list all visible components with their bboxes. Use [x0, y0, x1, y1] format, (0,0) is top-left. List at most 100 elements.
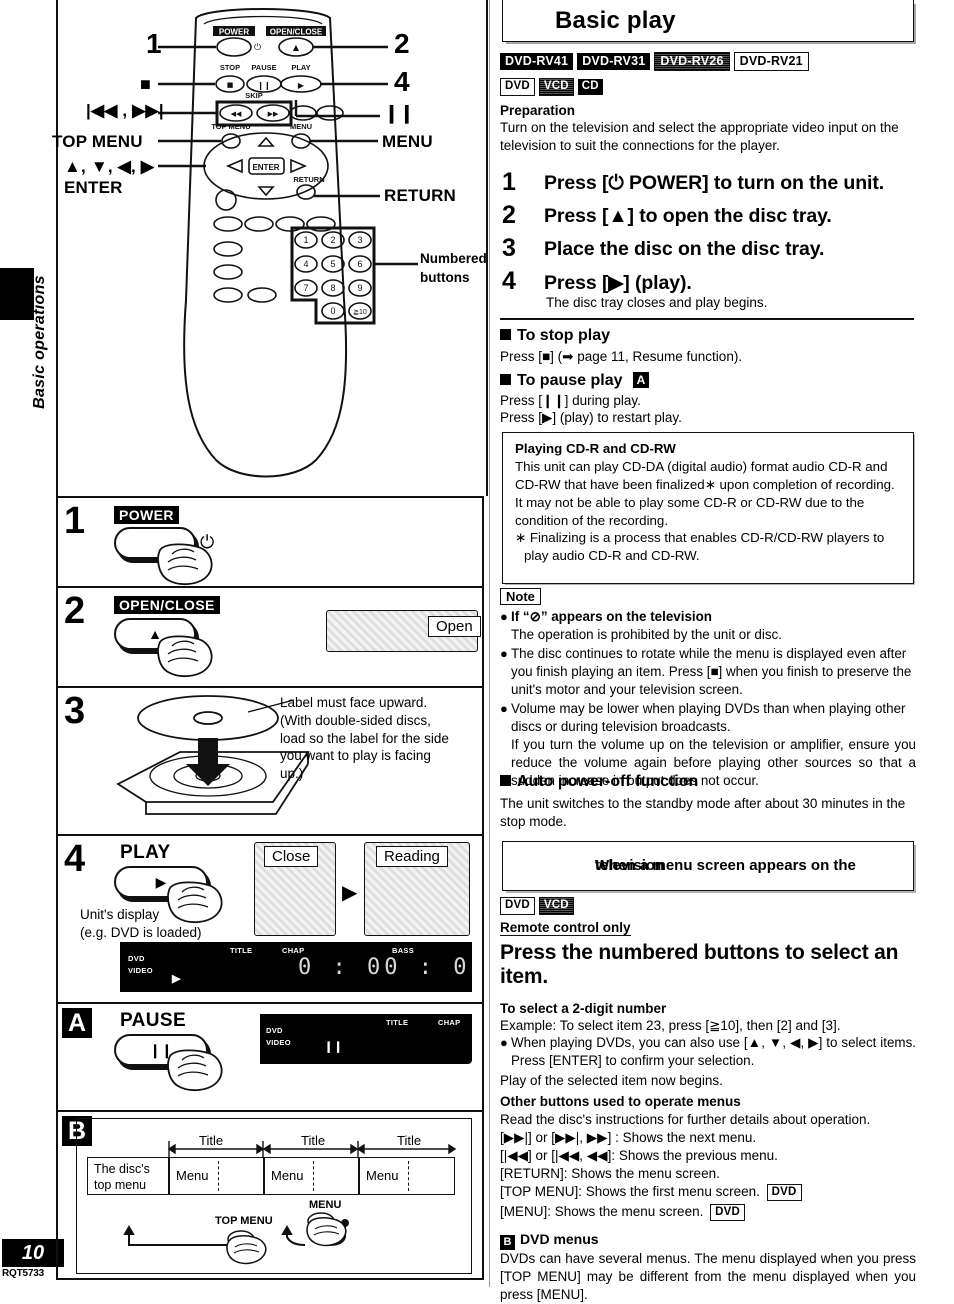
- svg-text:8: 8: [330, 283, 335, 293]
- two-digit-heading: To select a 2-digit number: [500, 1001, 667, 1016]
- svg-text:TOP MENU: TOP MENU: [211, 122, 250, 131]
- to-pause-play-heading-text: To pause play: [517, 372, 623, 389]
- lcd-play-indicator: ▶: [172, 973, 181, 985]
- menu-section-media-badges: DVD VCD: [500, 897, 578, 915]
- callout-return: RETURN: [384, 186, 457, 205]
- menu-arrow-bullet-text: When playing DVDs, you can also use [▲, …: [511, 1035, 916, 1069]
- close-display-caption: Close: [264, 846, 319, 867]
- svg-text:SKIP: SKIP: [245, 91, 263, 100]
- svg-text:9: 9: [357, 283, 362, 293]
- flow-divider-3: [408, 1161, 409, 1191]
- flow-cell-title-1: Menu: [169, 1157, 264, 1195]
- note-bullet-2: ● The disc continues to rotate while the…: [500, 645, 916, 699]
- menu-big-instruction: Press the numbered buttons to select an …: [500, 941, 899, 989]
- svg-text:RETURN: RETURN: [293, 175, 324, 184]
- svg-text:4: 4: [303, 259, 308, 269]
- bullet-dot-icon: ●: [500, 701, 508, 716]
- to-pause-play-heading: To pause play A: [500, 372, 649, 390]
- menu-section-title-line2: television: [595, 857, 665, 874]
- pressing-hand-icon: [157, 543, 213, 586]
- step-2-number: 2: [64, 590, 86, 632]
- right-step-2-text: Press [▲] to open the disc tray.: [544, 205, 832, 227]
- power-button-label: POWER: [114, 506, 179, 525]
- to-stop-play-heading: To stop play: [500, 327, 610, 345]
- bullet-dot-icon: ●: [500, 1035, 508, 1050]
- callout-menu: MENU: [382, 132, 433, 151]
- note-bullet-3: ● Volume may be lower when playing DVDs …: [500, 700, 916, 736]
- pressing-hand-icon: [306, 1212, 347, 1247]
- other-buttons-line-4: [TOP MENU]: Shows the first menu screen.…: [500, 1183, 916, 1202]
- media-chip-dvd: DVD: [710, 1203, 745, 1222]
- svg-text:5: 5: [330, 259, 335, 269]
- unit-display-caption: Unit's display (e.g. DVD is loaded): [80, 906, 280, 942]
- callout-skip-symbols: |◀◀ , ▶▶|: [86, 101, 164, 120]
- callout-number-4: 4: [394, 66, 410, 97]
- bullet-square-icon: [500, 329, 511, 340]
- unit-display-caption-line1: Unit's display: [80, 907, 160, 922]
- flow-button-menu-label: MENU: [309, 1199, 342, 1211]
- page-footer: 10 RQT5733: [2, 1239, 64, 1279]
- svg-text:◀◀: ◀◀: [231, 110, 242, 118]
- callout-stop-symbol: ■: [140, 74, 152, 94]
- column-divider: [489, 0, 490, 1287]
- flow-menu-label-2: Menu: [271, 1168, 304, 1183]
- to-pause-play-line2: Press [▶] (play) to restart play.: [500, 410, 682, 425]
- lcd-mode-dvd: DVD: [128, 954, 145, 963]
- flow-cell-top-menu: The disc's top menu: [87, 1157, 169, 1195]
- unit-lcd-display: DVD VIDEO ▶ TITLE CHAP BASS 0 : 00 : 0: [120, 942, 472, 992]
- right-step-4-subtext: The disc tray closes and play begins.: [546, 295, 768, 310]
- to-stop-play-heading-text: To stop play: [517, 327, 611, 344]
- cdr-box-heading: Playing CD-R and CD-RW: [515, 441, 676, 456]
- step-strip-1: 1 POWER ⏻: [56, 496, 484, 586]
- disc-note-line-4: you want to play is facing: [280, 748, 431, 764]
- svg-text:■: ■: [227, 81, 234, 89]
- pressing-hand-icon: [167, 1049, 223, 1092]
- other-buttons-line-1: [▶▶|] or [▶▶|, ▶▶] : Shows the next menu…: [500, 1130, 757, 1145]
- svg-text:▶▶: ▶▶: [268, 110, 279, 118]
- open-display-caption: Open: [428, 616, 481, 637]
- step-strip-2: 2 OPEN/CLOSE ▲ Open: [56, 586, 484, 686]
- bullet-square-icon: [500, 374, 511, 385]
- other-buttons-line-3: [RETURN]: Shows the menu screen.: [500, 1166, 720, 1181]
- svg-text:PLAY: PLAY: [291, 63, 310, 72]
- callout-numbered-buttons-line2: buttons: [420, 270, 470, 285]
- media-chip-dvd: DVD: [500, 897, 535, 915]
- disc-orientation-note: Label must face upward. (With double-sid…: [280, 694, 480, 783]
- right-step-4-text: Press [▶] (play).: [544, 272, 692, 294]
- flow-menu-label-3: Menu: [366, 1168, 399, 1183]
- step-strip-a-pause: A PAUSE ❙❙ DVD VIDEO ❙❙ TITLE CHAP: [56, 1002, 484, 1110]
- lcd-pause-indicator: ❙❙: [324, 1041, 344, 1053]
- right-step-2-number: 2: [502, 201, 516, 229]
- note-bullet-1: ● If “⊘” appears on the television The o…: [500, 608, 916, 644]
- callout-numbered-buttons-line1: Numbered: [420, 251, 487, 266]
- other-buttons-line-5-text: [MENU]: Shows the menu screen.: [500, 1204, 704, 1219]
- pause-button-label: PAUSE: [120, 1010, 187, 1031]
- media-chip-dvd: DVD: [766, 1183, 802, 1202]
- bullet-dot-icon: ●: [500, 646, 508, 661]
- manual-page: Basic operations 10 RQT5733 1 2 3 4 5 6 …: [0, 0, 954, 1302]
- lcd-chap-label: CHAP: [282, 946, 305, 955]
- callout-enter: ENTER: [64, 178, 123, 197]
- media-chip-cd: CD: [577, 79, 603, 95]
- bullet-square-icon: [500, 775, 511, 786]
- callout-pause-symbol: ❙❙: [384, 103, 415, 123]
- cdr-box-footnote: ∗ Finalizing is a process that enables C…: [515, 530, 885, 564]
- note-bullet-1-bold: If “⊘” appears on the television: [511, 609, 712, 624]
- flow-top-menu-line2: top menu: [94, 1177, 147, 1192]
- svg-text:≧10: ≧10: [353, 309, 367, 316]
- flow-cell-title-2: Menu: [264, 1157, 359, 1195]
- pressing-hand-icon: [157, 635, 213, 678]
- step-strip-4: 4 PLAY ▶ Unit's display (e.g. DVD is loa…: [56, 834, 484, 1002]
- svg-text:6: 6: [357, 259, 362, 269]
- right-column: Basic play DVD-RV41 DVD-RV31 DVD-RV26 DVD-R…: [496, 0, 920, 1302]
- lcd-title-label: TITLE: [230, 946, 253, 955]
- menu-arrow-bullet: ● When playing DVDs, you can also use [▲…: [500, 1034, 916, 1070]
- pressing-hand-icon: [226, 1230, 267, 1265]
- remote-control-diagram-panel: 1 2 3 4 5 6 7 8 9 0 ≧10 STOP PAUSE PLAY SKIP TO…: [52, 0, 488, 496]
- svg-text:⏻: ⏻: [254, 42, 261, 53]
- lcd-bass-label: BASS: [392, 946, 415, 955]
- flow-arrow-icon: ▶: [342, 882, 358, 904]
- note-bullet-1-text: The operation is prohibited by the unit …: [511, 627, 782, 643]
- auto-power-off-heading-text: Auto power-off function: [517, 773, 699, 790]
- callout-number-2: 2: [394, 28, 410, 59]
